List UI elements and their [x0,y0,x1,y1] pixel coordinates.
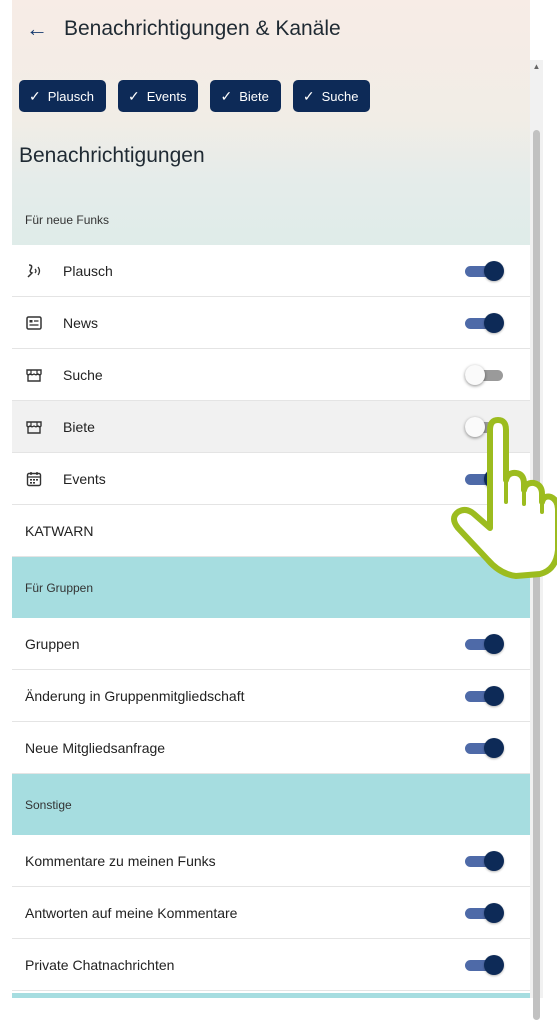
storefront-icon [25,366,43,384]
setting-label: KATWARN [25,522,94,539]
chip-events[interactable]: ✓ Events [117,80,199,112]
setting-label: Neue Mitgliedsanfrage [25,739,166,756]
antworten-toggle[interactable] [465,902,505,924]
setting-label: Private Chatnachrichten [25,956,175,973]
setting-row-kommentare: Kommentare zu meinen Funks [12,835,530,887]
next-group-header [12,993,530,998]
setting-row-antworten: Antworten auf meine Kommentare [12,887,530,939]
setting-label: Events [63,470,106,487]
katwarn-toggle[interactable] [465,520,505,542]
gruppenmitgliedschaft-toggle[interactable] [465,685,505,707]
arrow-left-icon[interactable]: ← [26,16,48,42]
speech-waves-icon [25,262,43,280]
page-title: Benachrichtigungen & Kanäle [64,17,341,40]
suche-toggle[interactable] [465,364,505,386]
mitgliedsanfrage-toggle[interactable] [465,737,505,759]
setting-row-chatnachrichten: Private Chatnachrichten [12,939,530,991]
setting-row-mitgliedsanfrage: Neue Mitgliedsanfrage [12,722,530,774]
newspaper-icon [25,314,43,332]
setting-row-gruppen: Gruppen [12,618,530,670]
check-icon: ✓ [302,87,315,104]
group-header-gruppen: Für Gruppen [12,557,530,618]
channel-filter-chips: ✓ Plausch ✓ Events ✓ Biete ✓ Suche [19,80,371,112]
app-header: ← Benachrichtigungen & Kanäle [12,0,530,60]
section-title: Benachrichtigungen [19,144,205,167]
check-icon: ✓ [220,87,233,104]
plausch-toggle[interactable] [465,260,505,282]
setting-row-biete: Biete [12,401,530,453]
settings-screen: ← Benachrichtigungen & Kanäle ✓ Plausch ✓… [12,0,530,998]
chatnachrichten-toggle[interactable] [465,954,505,976]
setting-label: Kommentare zu meinen Funks [25,852,216,869]
scroll-up-arrow-icon[interactable]: ▲ [530,60,543,74]
group-header-sonstige: Sonstige [12,774,530,835]
events-toggle[interactable] [465,468,505,490]
setting-row-suche: Suche [12,349,530,401]
setting-label: News [63,314,99,331]
setting-row-news: News [12,297,530,349]
group-header-funks: Für neue Funks [25,213,110,227]
setting-row-katwarn: KATWARN [12,505,530,557]
scroll-thumb[interactable] [533,130,540,1020]
chip-plausch[interactable]: ✓ Plausch [19,80,106,112]
setting-row-plausch: Plausch [12,245,530,297]
setting-label: Antworten auf meine Kommentare [25,904,238,921]
setting-label: Änderung in Gruppenmitgliedschaft [25,687,245,704]
setting-label: Plausch [63,262,113,279]
vertical-scrollbar[interactable]: ▲ [530,60,543,1020]
check-icon: ✓ [29,87,41,104]
kommentare-toggle[interactable] [465,850,505,872]
check-icon: ✓ [127,87,140,104]
biete-toggle[interactable] [465,416,505,438]
setting-label: Suche [63,366,103,383]
news-toggle[interactable] [465,312,505,334]
chip-biete[interactable]: ✓ Biete [210,80,281,112]
setting-label: Gruppen [25,635,80,652]
storefront-icon [25,418,43,436]
setting-label: Biete [63,418,95,435]
chip-suche[interactable]: ✓ Suche [292,80,371,112]
setting-row-gruppenmitgliedschaft: Änderung in Gruppenmitgliedschaft [12,670,530,722]
calendar-icon [25,470,43,488]
setting-row-events: Events [12,453,530,505]
gruppen-toggle[interactable] [465,633,505,655]
